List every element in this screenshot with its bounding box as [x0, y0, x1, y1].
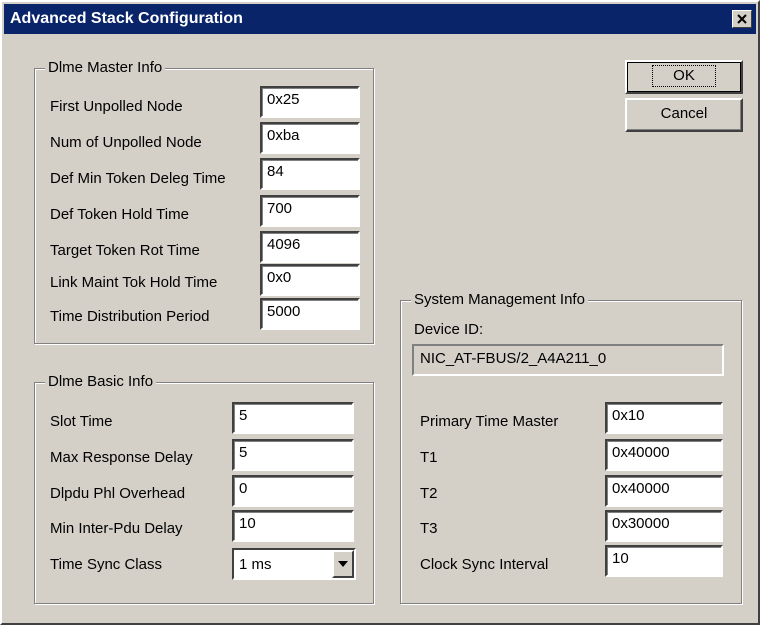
- max-response-delay-label: Max Response Delay: [50, 449, 193, 466]
- def-token-hold-time-label: Def Token Hold Time: [50, 206, 189, 223]
- t1-label: T1: [420, 449, 438, 466]
- t3-field[interactable]: 0x30000: [605, 510, 723, 542]
- time-sync-class-label: Time Sync Class: [50, 556, 162, 573]
- num-unpolled-node-label: Num of Unpolled Node: [50, 134, 202, 151]
- first-unpolled-node-label: First Unpolled Node: [50, 98, 183, 115]
- close-button[interactable]: [732, 10, 752, 28]
- t3-label: T3: [420, 520, 438, 537]
- primary-time-master-label: Primary Time Master: [420, 413, 559, 430]
- cancel-button[interactable]: Cancel: [625, 98, 743, 132]
- def-token-hold-time-field[interactable]: 700: [260, 195, 360, 227]
- clock-sync-interval-label: Clock Sync Interval: [420, 556, 549, 573]
- time-distribution-period-label: Time Distribution Period: [50, 308, 210, 325]
- t2-field[interactable]: 0x40000: [605, 475, 723, 507]
- dlpdu-phl-overhead-label: Dlpdu Phl Overhead: [50, 485, 186, 502]
- t1-field[interactable]: 0x40000: [605, 439, 723, 471]
- cancel-button-label: Cancel: [660, 105, 708, 122]
- min-inter-pdu-delay-label: Min Inter-Pdu Delay: [50, 520, 183, 537]
- time-sync-class-value: 1 ms: [239, 556, 272, 573]
- max-response-delay-field[interactable]: 5: [232, 439, 354, 471]
- device-id-field: NIC_AT-FBUS/2_A4A211_0: [412, 344, 724, 376]
- ok-button-label: OK: [652, 65, 716, 87]
- slot-time-field[interactable]: 5: [232, 402, 354, 434]
- t2-label: T2: [420, 485, 438, 502]
- window-title: Advanced Stack Configuration: [10, 10, 243, 27]
- time-sync-class-select[interactable]: 1 ms: [232, 548, 356, 580]
- system-management-legend: System Management Info: [411, 290, 588, 310]
- num-unpolled-node-field[interactable]: 0xba: [260, 122, 360, 154]
- min-inter-pdu-delay-field[interactable]: 10: [232, 510, 354, 542]
- dlme-basic-legend: Dlme Basic Info: [45, 372, 157, 392]
- target-token-rot-time-label: Target Token Rot Time: [50, 242, 200, 259]
- dlme-master-legend: Dlme Master Info: [45, 58, 166, 78]
- time-distribution-period-field[interactable]: 5000: [260, 298, 360, 330]
- link-maint-tok-hold-time-field[interactable]: 0x0: [260, 264, 360, 296]
- link-maint-tok-hold-time-label: Link Maint Tok Hold Time: [50, 274, 218, 291]
- dlpdu-phl-overhead-field[interactable]: 0: [232, 475, 354, 507]
- device-id-label: Device ID:: [414, 321, 484, 338]
- close-icon: [737, 14, 747, 24]
- title-bar[interactable]: Advanced Stack Configuration: [4, 4, 756, 34]
- ok-button[interactable]: OK: [625, 60, 743, 94]
- def-min-token-deleg-time-label: Def Min Token Deleg Time: [50, 170, 226, 187]
- clock-sync-interval-field[interactable]: 10: [605, 545, 723, 577]
- target-token-rot-time-field[interactable]: 4096: [260, 231, 360, 263]
- def-min-token-deleg-time-field[interactable]: 84: [260, 158, 360, 190]
- dropdown-arrow-button[interactable]: [332, 550, 354, 578]
- advanced-stack-dialog: Advanced Stack Configuration OK Cancel D…: [0, 0, 760, 625]
- primary-time-master-field[interactable]: 0x10: [605, 402, 723, 434]
- slot-time-label: Slot Time: [50, 413, 113, 430]
- first-unpolled-node-field[interactable]: 0x25: [260, 86, 360, 118]
- chevron-down-icon: [338, 561, 348, 567]
